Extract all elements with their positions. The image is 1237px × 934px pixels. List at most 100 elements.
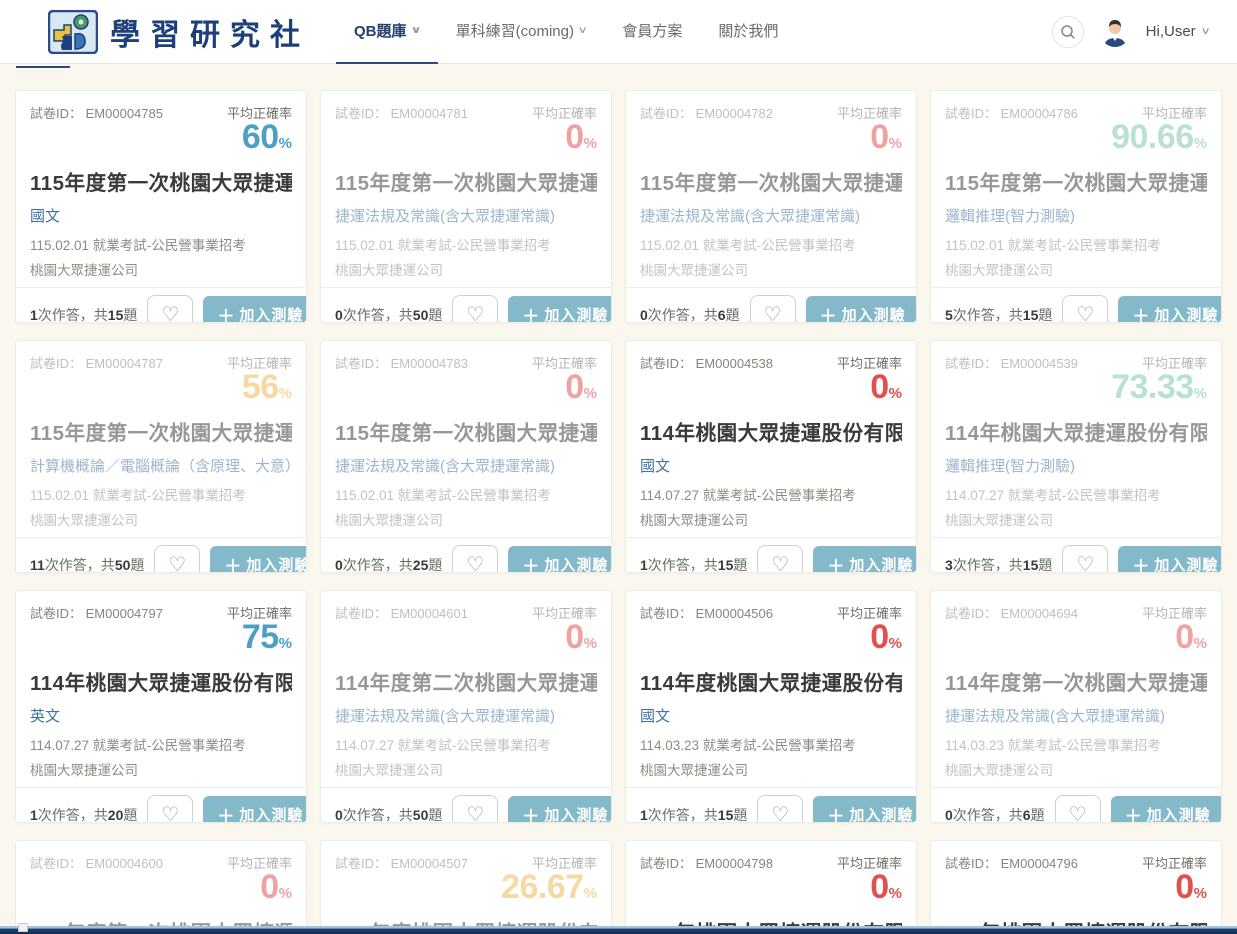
exam-card-body[interactable]: 試卷ID： EM00004787 平均正確率 56% 115年度第一次桃園大眾捷… (16, 341, 306, 537)
exam-card-body[interactable]: 試卷ID： EM00004600 平均正確率 0% 114年度第一次桃園大眾捷運… (16, 841, 306, 934)
add-to-test-button[interactable]: ＋ 加入測驗 (508, 796, 612, 823)
exam-card-footer: 0次作答，共6題 ♡ ＋ 加入測驗 (931, 787, 1221, 823)
exam-card-body[interactable]: 試卷ID： EM00004506 平均正確率 0% 114年度桃園大眾捷運股份有… (626, 591, 916, 787)
search-icon (1060, 24, 1076, 40)
accuracy-unit: % (1194, 635, 1207, 652)
add-to-test-button[interactable]: ＋ 加入測驗 (813, 546, 917, 573)
exam-card-body[interactable]: 試卷ID： EM00004601 平均正確率 0% 114年度第二次桃園大眾捷運… (321, 591, 611, 787)
attempts-summary: 0次作答，共25題 (335, 555, 442, 573)
favorite-button[interactable]: ♡ (154, 545, 200, 573)
exam-card-body[interactable]: 試卷ID： EM00004785 平均正確率 60% 115年度第一次桃園大眾捷… (16, 91, 306, 287)
plus-icon: ＋ (522, 302, 540, 323)
favorite-button[interactable]: ♡ (452, 795, 498, 823)
add-to-test-button[interactable]: ＋ 加入測驗 (508, 546, 612, 573)
exam-id: 試卷ID： EM00004787 (30, 353, 163, 372)
favorite-button[interactable]: ♡ (147, 795, 193, 823)
add-to-test-button[interactable]: ＋ 加入測驗 (203, 296, 307, 323)
favorite-button[interactable]: ♡ (452, 545, 498, 573)
accuracy-value: 75 (242, 618, 279, 656)
exam-card-body[interactable]: 試卷ID： EM00004694 平均正確率 0% 114年度第一次桃園大眾捷運… (931, 591, 1221, 787)
exam-title[interactable]: 115年度第一次桃園大眾捷運… (640, 166, 902, 196)
exam-subject: 英文 (30, 705, 292, 726)
add-to-test-button[interactable]: ＋ 加入測驗 (813, 796, 917, 823)
exam-title[interactable]: 114年度第一次桃園大眾捷運… (945, 666, 1207, 696)
exam-card-footer: 0次作答，共50題 ♡ ＋ 加入測驗 (321, 287, 611, 323)
favorite-button[interactable]: ♡ (757, 795, 803, 823)
exam-card: 試卷ID： EM00004782 平均正確率 0% 115年度第一次桃園大眾捷運… (625, 90, 917, 323)
accuracy-unit: % (584, 135, 597, 152)
user-menu[interactable]: Hi,User ∨ (1146, 23, 1209, 40)
exam-title[interactable]: 114年度第二次桃園大眾捷運… (335, 666, 597, 696)
accuracy-value: 0 (565, 118, 583, 156)
nav-item-practice[interactable]: 單科練習(coming) ∨ (438, 0, 605, 64)
add-to-test-button[interactable]: ＋ 加入測驗 (1118, 546, 1222, 573)
attempts-summary: 5次作答，共15題 (945, 305, 1052, 323)
exam-date-category: 115.02.01 就業考試-公民營事業招考 (30, 484, 292, 504)
add-to-test-button[interactable]: ＋ 加入測驗 (806, 296, 917, 323)
exam-date-category: 114.07.27 就業考試-公民營事業招考 (640, 484, 902, 504)
accuracy-value: 56 (242, 368, 279, 406)
nav-item-membership[interactable]: 會員方案 (604, 0, 700, 64)
exam-title[interactable]: 115年度第一次桃園大眾捷運… (945, 166, 1207, 196)
favorite-button[interactable]: ♡ (1062, 545, 1108, 573)
exam-card-body[interactable]: 試卷ID： EM00004538 平均正確率 0% 114年桃園大眾捷運股份有限… (626, 341, 916, 537)
attempts-summary: 3次作答，共15題 (945, 555, 1052, 573)
exam-title[interactable]: 114年桃園大眾捷運股份有限… (640, 416, 902, 446)
exam-card-body[interactable]: 試卷ID： EM00004782 平均正確率 0% 115年度第一次桃園大眾捷運… (626, 91, 916, 287)
accuracy-unit: % (1194, 135, 1207, 152)
exam-card-body[interactable]: 試卷ID： EM00004539 平均正確率 73.33% 114年桃園大眾捷運… (931, 341, 1221, 537)
exam-title[interactable]: 115年度第一次桃園大眾捷運… (335, 416, 597, 446)
exam-card-body[interactable]: 試卷ID： EM00004798 平均正確率 0% 114年桃園大眾捷運股份有限… (626, 841, 916, 934)
favorite-button[interactable]: ♡ (452, 295, 498, 323)
exam-company: 桃園大眾捷運公司 (640, 509, 902, 529)
logo-icon (48, 10, 98, 54)
accuracy-unit: % (279, 385, 292, 402)
exam-id: 試卷ID： EM00004796 (945, 853, 1078, 872)
add-to-test-button[interactable]: ＋ 加入測驗 (1118, 296, 1222, 323)
exam-title[interactable]: 115年度第一次桃園大眾捷運… (30, 166, 292, 196)
exam-title[interactable]: 115年度第一次桃園大眾捷運… (335, 166, 597, 196)
accuracy-unit: % (889, 635, 902, 652)
favorite-button[interactable]: ♡ (1055, 795, 1101, 823)
accuracy-value: 90.66 (1111, 118, 1194, 156)
exam-card-body[interactable]: 試卷ID： EM00004786 平均正確率 90.66% 115年度第一次桃園… (931, 91, 1221, 287)
exam-company: 桃園大眾捷運公司 (335, 259, 597, 279)
add-to-test-button[interactable]: ＋ 加入測驗 (508, 296, 612, 323)
exam-card-body[interactable]: 試卷ID： EM00004783 平均正確率 0% 115年度第一次桃園大眾捷運… (321, 341, 611, 537)
accuracy-unit: % (584, 385, 597, 402)
nav-item-about[interactable]: 關於我們 (700, 0, 796, 64)
exam-card-body[interactable]: 試卷ID： EM00004797 平均正確率 75% 114年桃園大眾捷運股份有… (16, 591, 306, 787)
favorite-button[interactable]: ♡ (147, 295, 193, 323)
avatar[interactable] (1100, 17, 1130, 47)
exam-company: 桃園大眾捷運公司 (30, 759, 292, 779)
main-nav: QB題庫 ∨ 單科練習(coming) ∨ 會員方案 關於我們 (336, 0, 796, 64)
plus-icon: ＋ (522, 802, 540, 823)
heart-icon: ♡ (1076, 555, 1094, 573)
exam-card-body[interactable]: 試卷ID： EM00004781 平均正確率 0% 115年度第一次桃園大眾捷運… (321, 91, 611, 287)
exam-subject: 計算機概論／電腦概論（含原理、大意） (30, 455, 292, 476)
exam-id: 試卷ID： EM00004600 (30, 853, 163, 872)
favorite-button[interactable]: ♡ (750, 295, 796, 323)
nav-item-qb[interactable]: QB題庫 ∨ (336, 0, 438, 64)
exam-title[interactable]: 115年度第一次桃園大眾捷運… (30, 416, 292, 446)
accuracy-value: 73.33 (1111, 368, 1194, 406)
exam-date-category: 114.07.27 就業考試-公民營事業招考 (30, 734, 292, 754)
logo[interactable]: 學習研究社 (48, 10, 310, 54)
exam-card-footer: 1次作答，共20題 ♡ ＋ 加入測驗 (16, 787, 306, 823)
exam-title[interactable]: 114年度桃園大眾捷運股份有… (640, 666, 902, 696)
plus-icon: ＋ (217, 302, 235, 323)
favorite-button[interactable]: ♡ (1062, 295, 1108, 323)
favorite-button[interactable]: ♡ (757, 545, 803, 573)
exam-title[interactable]: 114年桃園大眾捷運股份有限… (30, 666, 292, 696)
accuracy-unit: % (279, 885, 292, 902)
search-button[interactable] (1052, 16, 1084, 48)
exam-card-body[interactable]: 試卷ID： EM00004796 平均正確率 0% 115年桃園大眾捷運股份有限… (931, 841, 1221, 934)
add-to-test-button[interactable]: ＋ 加入測驗 (1111, 796, 1222, 823)
exam-card-body[interactable]: 試卷ID： EM00004507 平均正確率 26.67% 114年度桃園大眾捷… (321, 841, 611, 934)
accuracy-value: 0 (565, 618, 583, 656)
exam-title[interactable]: 114年桃園大眾捷運股份有限… (945, 416, 1207, 446)
exam-card-footer: 1次作答，共15題 ♡ ＋ 加入測驗 (626, 537, 916, 573)
add-to-test-button[interactable]: ＋ 加入測驗 (210, 546, 307, 573)
heart-icon: ♡ (466, 805, 484, 823)
add-to-test-button[interactable]: ＋ 加入測驗 (203, 796, 307, 823)
